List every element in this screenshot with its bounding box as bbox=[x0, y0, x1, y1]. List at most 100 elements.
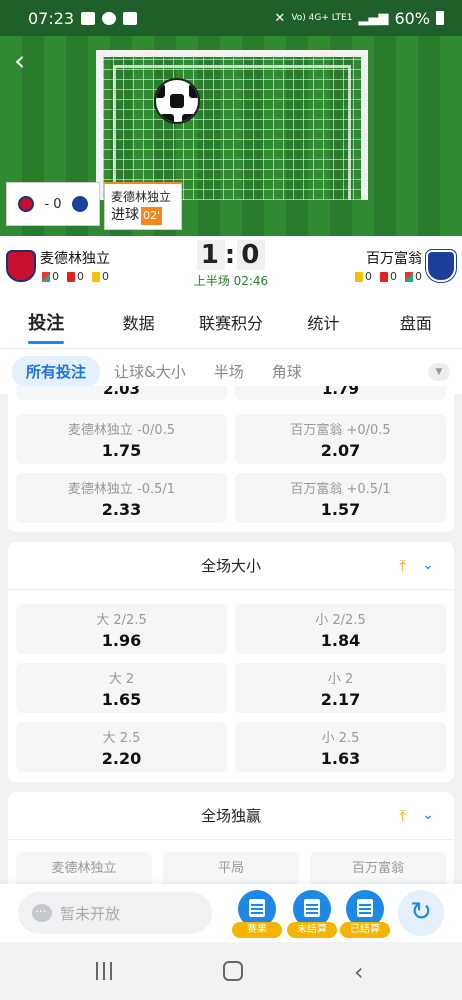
unsettled-label: 未结算 bbox=[287, 922, 337, 938]
unsettled-button[interactable]: 未结算 bbox=[287, 890, 337, 938]
odds-label: 小 2.5 bbox=[321, 731, 360, 746]
odds-value: 1.84 bbox=[320, 631, 361, 650]
back-button[interactable]: ‹ bbox=[14, 46, 40, 76]
away-red-cards: 0 bbox=[390, 270, 397, 283]
goal-team: 麦德林独立 bbox=[111, 190, 172, 204]
chevron-down-icon[interactable]: ▼ bbox=[428, 363, 450, 381]
handicap-card: 2.03 1.79 麦德林独立 -0/0.5 1.75 百万富翁 +0/0.5 … bbox=[8, 386, 454, 532]
total-goals-card: 全场大小 ⤒ ⌄ 大 2/2.5 1.96 小 2/2.5 1.84 大 2 1… bbox=[8, 542, 454, 782]
odds-label: 大 2.5 bbox=[102, 731, 141, 746]
match-animation: ‹ - 0 麦德林独立 进球 02' bbox=[0, 36, 462, 236]
settled-label: 已结算 bbox=[340, 922, 390, 938]
away-crest-icon bbox=[71, 196, 88, 212]
system-navigation-bar: ‹ bbox=[0, 942, 462, 1000]
home-score: 1 bbox=[196, 240, 225, 270]
goal-label: 进球 bbox=[111, 207, 139, 223]
home-icon[interactable] bbox=[223, 961, 243, 981]
chat-input[interactable]: 暂未开放 bbox=[18, 892, 212, 934]
away-team-stats: 0 0 0 bbox=[355, 270, 422, 283]
refresh-icon[interactable]: ↻ bbox=[398, 890, 444, 936]
back-icon[interactable]: ‹ bbox=[354, 958, 364, 986]
home-corners: 0 bbox=[52, 270, 59, 283]
tab-stats[interactable]: 统计 bbox=[277, 300, 369, 348]
yellow-card-icon bbox=[92, 271, 100, 282]
match-winner-card: 全场独赢 ⤒ ⌄ 麦德林独立 平局 百万富翁 bbox=[8, 792, 454, 902]
pin-top-icon[interactable]: ⤒ bbox=[399, 807, 406, 825]
tab-odds-board[interactable]: 盘面 bbox=[370, 300, 462, 348]
home-team-stats: 0 0 0 bbox=[42, 270, 109, 283]
away-yellow-cards: 0 bbox=[365, 270, 372, 283]
scoreboard: 麦德林独立 0 0 0 1:0 上半场 02:46 百万富翁 0 0 0 bbox=[0, 236, 462, 300]
odds-label: 小 2/2.5 bbox=[315, 613, 366, 628]
home-team-crest-icon bbox=[6, 250, 36, 282]
chat-notification-icon bbox=[102, 11, 117, 25]
odds-button[interactable]: 小 2/2.5 1.84 bbox=[235, 604, 446, 654]
odds-label: 小 2 bbox=[327, 672, 354, 687]
goal-minute: 02' bbox=[141, 207, 163, 225]
mini-scoreboard: - 0 bbox=[6, 182, 100, 226]
away-corners: 0 bbox=[415, 270, 422, 283]
status-bar: 07:23 ✕ Vo) 4G+ LTE1 ▂▄▆ 60% bbox=[0, 0, 462, 36]
odds-value: 1.57 bbox=[320, 500, 361, 519]
battery-percent: 60% bbox=[394, 8, 430, 28]
odds-button[interactable]: 百万富翁 +0/0.5 2.07 bbox=[235, 414, 446, 464]
odds-button[interactable]: 大 2 1.65 bbox=[16, 663, 227, 713]
odds-label: 麦德林独立 bbox=[51, 861, 117, 876]
corner-flag-icon bbox=[42, 271, 50, 282]
away-team-name: 百万富翁 bbox=[366, 251, 422, 267]
match-period: 上半场 02:46 bbox=[193, 274, 269, 288]
odds-value: 2.07 bbox=[320, 441, 361, 460]
odds-value: 1.63 bbox=[320, 749, 361, 768]
odds-label: 大 2/2.5 bbox=[96, 613, 147, 628]
signal-icon: ▂▄▆ bbox=[358, 10, 389, 26]
chevron-down-icon[interactable]: ⌄ bbox=[422, 806, 434, 824]
battery-icon bbox=[436, 11, 444, 25]
home-crest-icon bbox=[18, 196, 35, 212]
red-card-icon bbox=[67, 271, 75, 282]
odds-value[interactable]: 1.79 bbox=[322, 386, 359, 398]
chevron-down-icon[interactable]: ⌄ bbox=[422, 556, 434, 574]
filter-handicap-total[interactable]: 让球&大小 bbox=[100, 356, 200, 388]
goal-net bbox=[96, 50, 368, 200]
pin-top-icon[interactable]: ⤒ bbox=[399, 557, 406, 575]
odds-button[interactable]: 小 2 2.17 bbox=[235, 663, 446, 713]
red-card-icon bbox=[380, 271, 388, 282]
odds-button[interactable]: 麦德林独立 -0.5/1 2.33 bbox=[16, 473, 227, 523]
filter-half[interactable]: 半场 bbox=[200, 356, 258, 388]
results-button[interactable]: 赛果 bbox=[232, 890, 282, 938]
odds-button[interactable]: 小 2.5 1.63 bbox=[235, 722, 446, 772]
odds-value: 2.17 bbox=[320, 690, 361, 709]
odds-button[interactable]: 大 2/2.5 1.96 bbox=[16, 604, 227, 654]
tab-data[interactable]: 数据 bbox=[92, 300, 184, 348]
status-time: 07:23 bbox=[28, 8, 75, 28]
tab-standings[interactable]: 联赛积分 bbox=[185, 300, 277, 348]
odds-label: 百万富翁 bbox=[351, 861, 404, 876]
odds-value: 1.75 bbox=[101, 441, 142, 460]
chat-icon bbox=[32, 901, 52, 922]
settled-button[interactable]: 已结算 bbox=[340, 890, 390, 938]
gallery-icon bbox=[81, 11, 96, 25]
recent-apps-icon[interactable] bbox=[94, 962, 114, 980]
odds-value: 1.96 bbox=[101, 631, 142, 650]
score-separator: : bbox=[224, 240, 238, 270]
tab-betting[interactable]: 投注 bbox=[0, 300, 92, 348]
mini-score-text: - 0 bbox=[44, 196, 62, 212]
app-screen: 07:23 ✕ Vo) 4G+ LTE1 ▂▄▆ 60% ‹ - 0 麦德林独立… bbox=[0, 0, 462, 1000]
bottom-toolbar: 暂未开放 赛果 未结算 已结算 ↻ bbox=[0, 884, 462, 942]
odds-value[interactable]: 2.03 bbox=[103, 386, 140, 398]
corner-flag-icon bbox=[405, 271, 413, 282]
filter-all-bets[interactable]: 所有投注 bbox=[12, 355, 101, 388]
chat-input-placeholder: 暂未开放 bbox=[60, 904, 121, 923]
odds-label: 麦德林独立 -0.5/1 bbox=[67, 482, 176, 497]
away-score: 0 bbox=[237, 240, 266, 270]
odds-button[interactable]: 麦德林独立 -0/0.5 1.75 bbox=[16, 414, 227, 464]
odds-label: 平局 bbox=[217, 861, 244, 876]
filter-corners[interactable]: 角球 bbox=[258, 356, 316, 388]
odds-button[interactable]: 百万富翁 +0.5/1 1.57 bbox=[235, 473, 446, 523]
card-title: 全场大小 bbox=[8, 542, 454, 590]
odds-label: 大 2 bbox=[108, 672, 135, 687]
odds-value: 2.20 bbox=[101, 749, 142, 768]
results-label: 赛果 bbox=[232, 922, 282, 938]
odds-button[interactable]: 大 2.5 2.20 bbox=[16, 722, 227, 772]
home-yellow-cards: 0 bbox=[102, 270, 109, 283]
